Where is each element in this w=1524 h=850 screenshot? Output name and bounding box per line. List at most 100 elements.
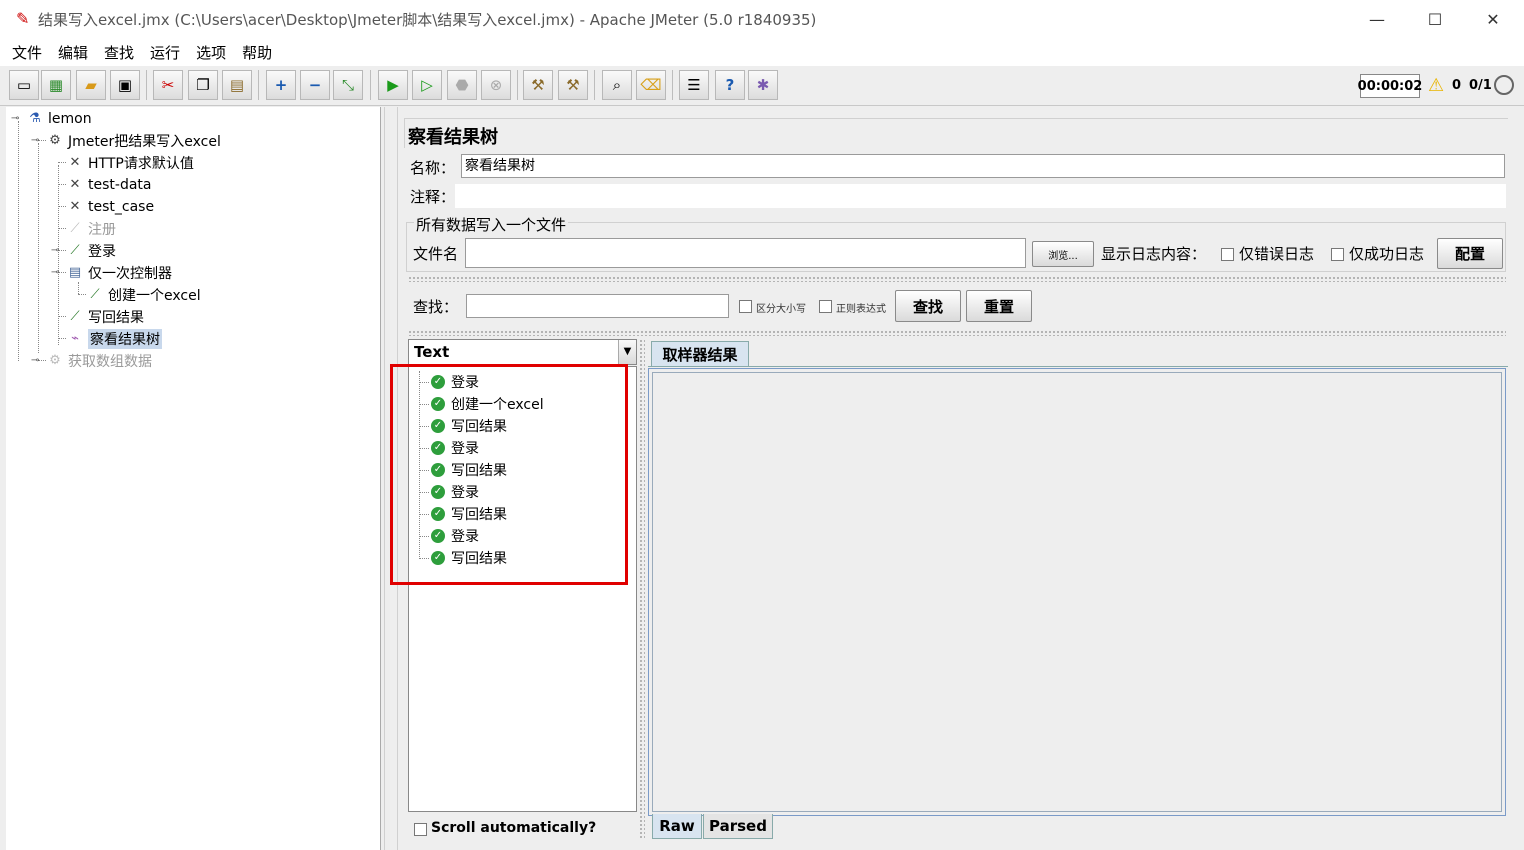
collapse-icon[interactable]: − — [300, 70, 330, 100]
tree-node-thread-group[interactable]: ⚙ Jmeter把结果写入excel — [46, 130, 221, 152]
listener-chart-icon: ⌁ — [71, 331, 79, 346]
tree-node-get-array-data[interactable]: ⚙ 获取数组数据 — [46, 350, 152, 372]
thread-group-gear-icon: ⚙ — [49, 133, 61, 148]
tree-expander-login[interactable]: ⊸ — [51, 245, 59, 256]
copy-icon[interactable]: ❐ — [188, 70, 218, 100]
tree-node-label: lemon — [48, 111, 92, 127]
paste-icon[interactable]: ▤ — [222, 70, 252, 100]
clear-icon[interactable]: ⚒ — [523, 70, 553, 100]
loggers-indicator-icon[interactable] — [1494, 75, 1514, 95]
new-icon[interactable]: ▭ — [9, 70, 39, 100]
stop-icon[interactable]: ⬣ — [447, 70, 477, 100]
tree-expander-plan[interactable]: ⊸ — [31, 135, 39, 146]
tree-node-root[interactable]: ⚗ lemon — [26, 108, 92, 130]
tab-raw[interactable]: Raw — [652, 814, 702, 839]
sampler-pipette-icon: ⟋ — [70, 243, 80, 258]
regex-checkbox[interactable] — [819, 300, 832, 313]
templates-icon[interactable]: ▦ — [41, 70, 71, 100]
errors-only-checkbox[interactable] — [1221, 248, 1234, 261]
reset-button[interactable]: 重置 — [966, 290, 1032, 322]
search-binoculars-icon[interactable]: ⌕ — [602, 70, 632, 100]
sampler-pipette-icon: ⟋ — [90, 287, 100, 302]
elapsed-timer: 00:00:02 — [1358, 74, 1422, 98]
clear-all-icon[interactable]: ⚒ — [558, 70, 588, 100]
configure-button[interactable]: 配置 — [1437, 238, 1503, 269]
reset-search-broom-icon[interactable]: ⌫ — [636, 70, 666, 100]
config-wrench-icon: ✕ — [69, 155, 81, 170]
search-input[interactable] — [466, 294, 729, 318]
tree-expander-get-data[interactable]: ⊸ — [31, 355, 39, 366]
red-annotation-box — [390, 364, 628, 585]
sampler-pipette-icon: ⟋ — [70, 221, 80, 236]
toggle-icon[interactable]: ⤡ — [333, 70, 363, 100]
tree-node-http-defaults[interactable]: ✕ HTTP请求默认值 — [66, 152, 194, 174]
open-folder-icon[interactable]: ▰ — [76, 70, 106, 100]
menu-help[interactable]: 帮助 — [234, 42, 280, 63]
test-plan-tree: ⊸ ⊸ ⊸ ⊸ ⊸ ⚗ lemon ⚙ Jmeter把结果写入excel ✕ H… — [6, 107, 381, 850]
scroll-auto-checkbox[interactable] — [414, 823, 427, 836]
success-only-checkbox[interactable] — [1331, 248, 1344, 261]
help-icon[interactable]: ? — [715, 70, 745, 100]
start-no-pause-icon[interactable]: ▷ — [412, 70, 442, 100]
maximize-button[interactable]: ☐ — [1406, 0, 1464, 38]
split-divider-vertical[interactable] — [639, 339, 645, 839]
split-divider-middle[interactable] — [408, 330, 1506, 336]
tree-node-test-data[interactable]: ✕ test-data — [66, 174, 152, 196]
function-helper-icon[interactable]: ☰ — [679, 70, 709, 100]
tree-node-once-controller[interactable]: ▤ 仅一次控制器 — [66, 262, 172, 284]
browse-button[interactable]: 浏览... — [1032, 241, 1094, 267]
tree-node-label: 察看结果树 — [88, 329, 162, 349]
tree-node-register[interactable]: ⟋ 注册 — [66, 218, 116, 240]
tree-node-login[interactable]: ⟋ 登录 — [66, 240, 116, 262]
search-label: 查找： — [413, 298, 459, 316]
window-title: 结果写入excel.jmx (C:\Users\acer\Desktop\Jme… — [38, 10, 817, 29]
window-titlebar: ✎ 结果写入excel.jmx (C:\Users\acer\Desktop\J… — [0, 0, 1524, 38]
tab-sampler-result[interactable]: 取样器结果 — [651, 341, 749, 367]
regex-label: 正则表达式 — [836, 304, 886, 315]
split-divider-top[interactable] — [408, 276, 1506, 282]
toolbar: ▭ ▦ ▰ ▣ ✂ ❐ ▤ + − ⤡ ▶ ▷ ⬣ ⊗ ⚒ ⚒ ⌕ ⌫ ☰ ? … — [0, 66, 1524, 106]
shutdown-icon[interactable]: ⊗ — [481, 70, 511, 100]
search-button[interactable]: 查找 — [895, 290, 961, 322]
comment-field[interactable] — [455, 184, 1506, 208]
minimize-button[interactable]: — — [1348, 0, 1406, 38]
remote-icon[interactable]: ✱ — [748, 70, 778, 100]
success-only-label: 仅成功日志 — [1349, 245, 1425, 263]
name-field[interactable]: 察看结果树 — [461, 154, 1505, 178]
close-button[interactable]: ✕ — [1464, 0, 1522, 38]
menu-search[interactable]: 查找 — [96, 42, 142, 63]
menu-run[interactable]: 运行 — [142, 42, 188, 63]
menu-edit[interactable]: 编辑 — [50, 42, 96, 63]
tree-expander-once[interactable]: ⊸ — [51, 267, 59, 278]
error-count: 0 — [1452, 78, 1462, 93]
warning-icon[interactable]: ⚠ — [1428, 75, 1444, 96]
tree-node-label: 登录 — [88, 244, 116, 260]
filename-input[interactable] — [465, 238, 1026, 268]
menu-file[interactable]: 文件 — [4, 42, 50, 63]
errors-only-label: 仅错误日志 — [1239, 245, 1315, 263]
sampler-pipette-icon: ⟋ — [70, 309, 80, 324]
tree-node-write-back[interactable]: ⟋ 写回结果 — [66, 306, 144, 328]
cut-icon[interactable]: ✂ — [153, 70, 183, 100]
tree-node-label: 仅一次控制器 — [88, 266, 172, 282]
case-sensitive-checkbox[interactable] — [739, 300, 752, 313]
config-wrench-icon: ✕ — [69, 199, 81, 214]
tree-node-label: test_case — [88, 199, 155, 215]
tree-node-view-results-tree[interactable]: ⌁ 察看结果树 — [66, 328, 162, 350]
tree-node-create-excel[interactable]: ⟋ 创建一个excel — [86, 284, 201, 306]
thread-group-gear-icon: ⚙ — [49, 353, 61, 368]
tree-node-label: test-data — [88, 177, 152, 193]
active-threads-count: 0/1 — [1469, 78, 1492, 93]
start-icon[interactable]: ▶ — [378, 70, 408, 100]
save-icon[interactable]: ▣ — [110, 70, 140, 100]
tree-expander-root[interactable]: ⊸ — [11, 113, 19, 124]
controller-icon: ▤ — [68, 265, 82, 280]
chevron-down-icon[interactable]: ▼ — [618, 340, 636, 364]
tab-parsed[interactable]: Parsed — [703, 814, 773, 839]
case-sensitive-label: 区分大小写 — [756, 304, 806, 315]
expand-icon[interactable]: + — [266, 70, 296, 100]
tree-node-test-case[interactable]: ✕ test_case — [66, 196, 155, 218]
renderer-select[interactable]: Text ▼ — [408, 339, 637, 365]
tree-node-label: 创建一个excel — [108, 288, 201, 304]
menu-options[interactable]: 选项 — [188, 42, 234, 63]
